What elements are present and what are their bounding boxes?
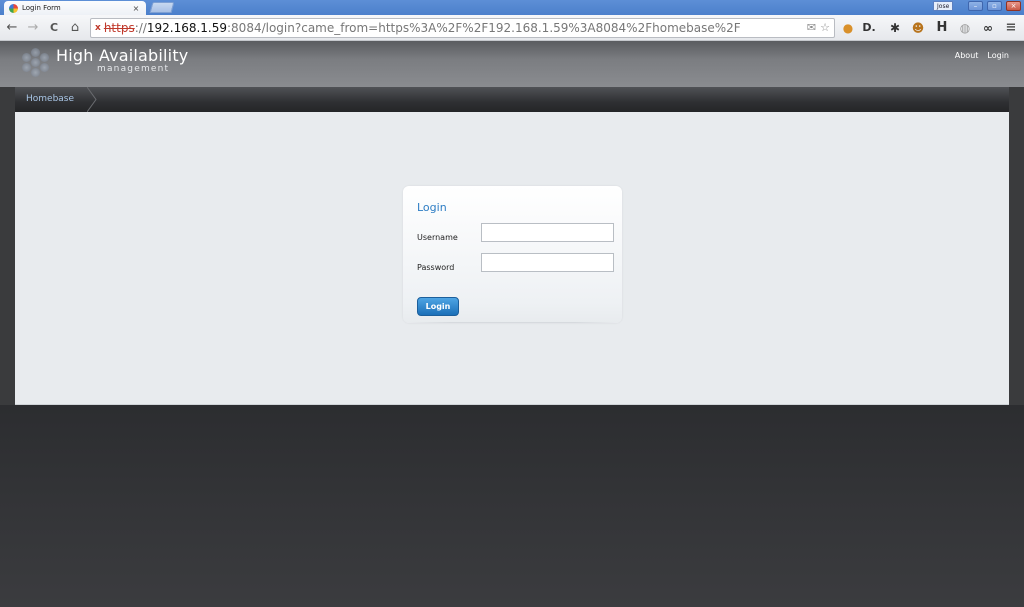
browser-tab[interactable]: Login Form × bbox=[4, 1, 146, 15]
username-label: Username bbox=[417, 233, 458, 242]
login-heading: Login bbox=[417, 201, 447, 214]
close-window-button[interactable]: × bbox=[1006, 1, 1021, 11]
url-path: :8084/login?came_from=https%3A%2F%2F192.… bbox=[227, 21, 741, 35]
menu-icon[interactable]: ≡ bbox=[1003, 20, 1019, 36]
mask-extension-icon[interactable]: ∞ bbox=[980, 20, 996, 36]
star-icon[interactable]: ☆ bbox=[820, 21, 830, 34]
minimize-button[interactable]: – bbox=[968, 1, 983, 11]
form-divider bbox=[409, 322, 616, 323]
ghostery-extension-icon[interactable]: ☻ bbox=[910, 20, 926, 36]
profile-badge[interactable]: Jose bbox=[933, 1, 954, 11]
browser-tab-strip: Login Form × Jose – ▫ × bbox=[0, 0, 1024, 15]
app-header: High Availability management About Login bbox=[0, 41, 1024, 87]
breadcrumb: Homebase bbox=[15, 87, 1009, 112]
insecure-lock-icon[interactable]: x bbox=[95, 23, 101, 33]
login-form: Login Username Password Login bbox=[403, 186, 622, 323]
logo-title: High Availability bbox=[56, 46, 189, 65]
url-separator: :// bbox=[134, 21, 147, 35]
tab-title: Login Form bbox=[22, 4, 61, 12]
url-host: 192.168.1.59 bbox=[146, 21, 227, 35]
login-link[interactable]: Login bbox=[987, 51, 1009, 60]
browser-toolbar: ← → C ⌂ x https://192.168.1.59:8084/logi… bbox=[0, 15, 1024, 41]
main-content: Login Username Password Login bbox=[15, 112, 1009, 405]
password-label: Password bbox=[417, 263, 455, 272]
mail-icon[interactable]: ✉ bbox=[807, 21, 816, 34]
bug-extension-icon[interactable]: ✱ bbox=[887, 20, 903, 36]
breadcrumb-homebase[interactable]: Homebase bbox=[15, 87, 92, 112]
cookie-extension-icon[interactable]: ● bbox=[840, 20, 856, 36]
username-input[interactable] bbox=[481, 223, 614, 242]
honeycomb-logo-icon bbox=[22, 48, 56, 80]
login-button[interactable]: Login bbox=[417, 297, 459, 316]
tab-close-icon[interactable]: × bbox=[131, 4, 141, 13]
password-input[interactable] bbox=[481, 253, 614, 272]
app-logo[interactable]: High Availability management bbox=[22, 48, 188, 80]
favicon-icon bbox=[9, 3, 18, 13]
forward-arrow-icon[interactable]: → bbox=[24, 18, 42, 38]
breadcrumb-chevron-icon bbox=[87, 87, 97, 112]
h-extension-icon[interactable]: H bbox=[934, 20, 950, 36]
home-icon[interactable]: ⌂ bbox=[66, 18, 84, 38]
d-extension-icon[interactable]: D. bbox=[861, 20, 877, 36]
page-background bbox=[0, 405, 1024, 607]
logo-subtitle: management bbox=[97, 64, 170, 74]
back-arrow-icon[interactable]: ← bbox=[3, 18, 21, 38]
new-tab-button[interactable] bbox=[149, 2, 175, 13]
header-links: About Login bbox=[955, 51, 1009, 60]
about-link[interactable]: About bbox=[955, 51, 979, 60]
globe-extension-icon[interactable]: ◍ bbox=[957, 20, 973, 36]
address-bar[interactable]: x https://192.168.1.59:8084/login?came_f… bbox=[90, 18, 835, 38]
maximize-button[interactable]: ▫ bbox=[987, 1, 1002, 11]
reload-icon[interactable]: C bbox=[45, 18, 63, 38]
url-scheme: https bbox=[103, 21, 135, 35]
